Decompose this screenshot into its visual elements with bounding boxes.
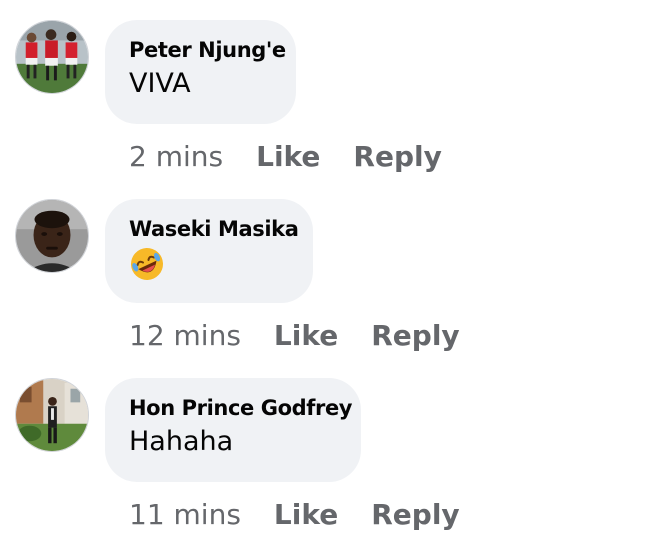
like-button[interactable]: Like (274, 316, 338, 356)
comment-author[interactable]: Waseki Masika (129, 216, 299, 242)
comment-text: VIVA (129, 68, 191, 99)
comment-text (129, 244, 287, 293)
avatar[interactable] (15, 199, 89, 273)
comment-actions: 11 mins Like Reply (129, 495, 460, 535)
reply-button[interactable]: Reply (371, 495, 459, 535)
football-team-photo-icon (16, 21, 88, 93)
reply-button[interactable]: Reply (353, 137, 441, 177)
comment-author[interactable]: Peter Njung'e (129, 37, 286, 63)
comment-item: Peter Njung'e VIVA 2 mins Like Reply (0, 20, 672, 200)
avatar[interactable] (15, 20, 89, 94)
comment-bubble: Waseki Masika (105, 199, 313, 303)
rolling-on-floor-laughing-emoji-icon (131, 248, 163, 280)
comment-timestamp[interactable]: 2 mins (129, 137, 223, 177)
comment-item: Waseki Masika 12 mins Like Reply (0, 199, 672, 379)
like-button[interactable]: Like (274, 495, 338, 535)
comment-author[interactable]: Hon Prince Godfrey (129, 395, 352, 421)
comment-actions: 2 mins Like Reply (129, 137, 442, 177)
comment-actions: 12 mins Like Reply (129, 316, 460, 356)
like-button[interactable]: Like (256, 137, 320, 177)
man-standing-outdoors-photo-icon (16, 379, 88, 451)
avatar[interactable] (15, 378, 89, 452)
reply-button[interactable]: Reply (371, 316, 459, 356)
comment-bubble: Peter Njung'e VIVA (105, 20, 296, 124)
comment-bubble: Hon Prince Godfrey Hahaha (105, 378, 361, 482)
man-portrait-photo-icon (16, 200, 88, 272)
comment-text: Hahaha (129, 426, 234, 457)
comment-timestamp[interactable]: 11 mins (129, 495, 241, 535)
comment-item: Hon Prince Godfrey Hahaha 11 mins Like Rep… (0, 378, 672, 558)
comment-timestamp[interactable]: 12 mins (129, 316, 241, 356)
